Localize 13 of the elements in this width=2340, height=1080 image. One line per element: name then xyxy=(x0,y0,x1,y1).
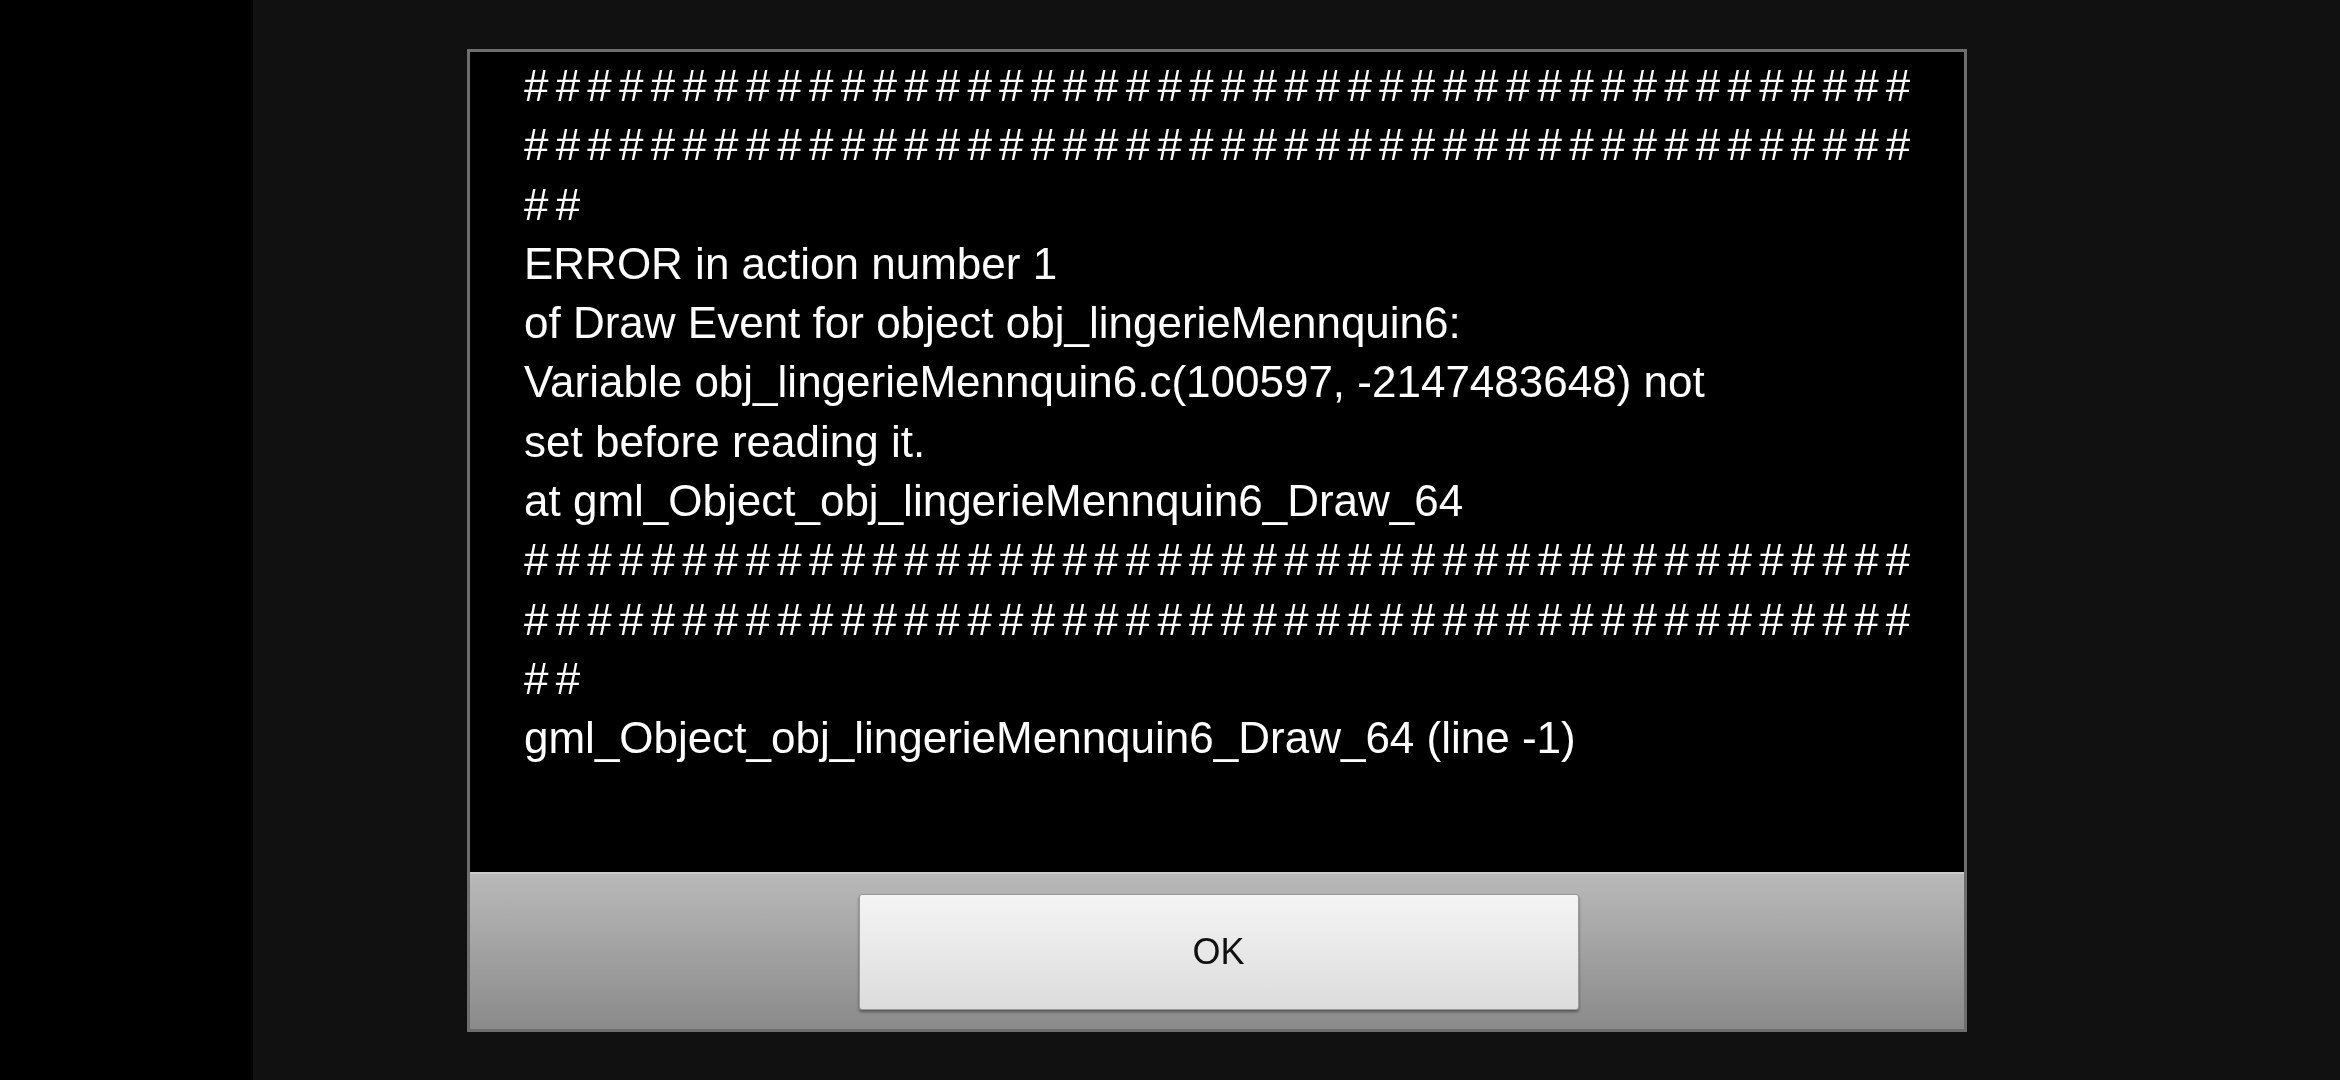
error-message-line: ## xyxy=(524,652,589,705)
error-message-line: at gml_Object_obj_lingerieMennquin6_Draw_64 xyxy=(524,475,1465,528)
error-message-line: ERROR in action number 1 xyxy=(524,237,1059,290)
error-message-line: gml_Object_obj_lingerieMennquin6_Draw_64 (line -1) xyxy=(524,712,1577,765)
ok-button[interactable]: OK xyxy=(858,893,1579,1010)
error-message-line: of Draw Event for object obj_lingerieMennquin6: xyxy=(524,297,1462,350)
error-message-line: ############################################ xyxy=(524,119,1919,172)
error-message-line: ## xyxy=(524,178,589,231)
error-message-line: set before reading it. xyxy=(524,415,927,468)
error-message-line: ############################################ xyxy=(524,534,1919,587)
error-message-line: ############################################ xyxy=(524,593,1919,646)
error-message-line: ############################################ xyxy=(524,60,1919,112)
error-message-line: Variable obj_lingerieMennquin6.c(100597, -2147483648) not xyxy=(524,356,1706,409)
